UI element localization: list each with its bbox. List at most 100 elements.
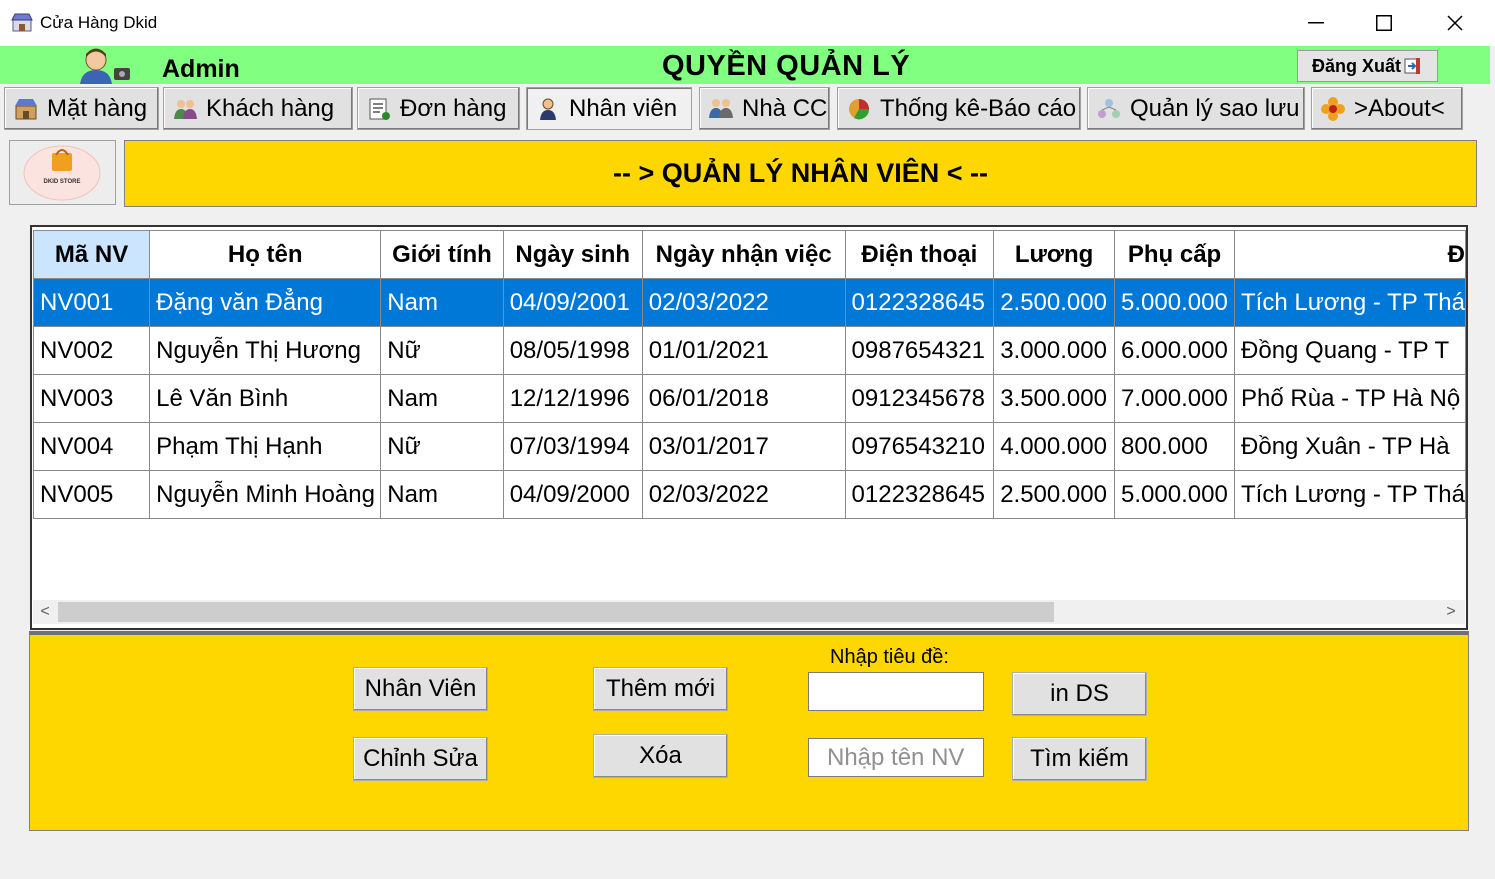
cell[interactable]: Đồng Quang - TP T (1234, 326, 1466, 375)
user-label: Admin (162, 55, 240, 83)
store-app-icon (11, 13, 33, 32)
cell[interactable]: Nữ (380, 422, 504, 471)
cell[interactable]: 7.000.000 (1114, 374, 1236, 423)
cell[interactable]: 5.000.000 (1114, 470, 1236, 519)
logout-button[interactable]: Đăng Xuất (1297, 50, 1438, 82)
flower-icon (1321, 96, 1345, 121)
cell[interactable]: 12/12/1996 (502, 374, 643, 423)
tab-nhan-vien[interactable]: Nhân viên (526, 87, 692, 130)
close-button[interactable] (1420, 0, 1490, 46)
column-header[interactable]: Ngày nhận việc (641, 230, 846, 279)
cell[interactable]: NV003 (32, 374, 151, 423)
tab-nha-cc[interactable]: Nhà CC (699, 87, 830, 130)
table-header-row: Mã NV Họ tên Giới tính Ngày sinh Ngày nh… (32, 230, 1466, 279)
cell[interactable]: Lê Văn Bình (149, 374, 382, 423)
scroll-left-button[interactable]: < (35, 602, 55, 622)
table-row[interactable]: NV003 Lê Văn Bình Nam 12/12/1996 06/01/2… (32, 374, 1466, 423)
cell[interactable]: Nam (380, 470, 504, 519)
table-row[interactable]: NV002 Nguyễn Thị Hương Nữ 08/05/1998 01/… (32, 326, 1466, 375)
delete-button[interactable]: Xóa (593, 734, 728, 778)
cell[interactable]: NV002 (32, 326, 151, 375)
cell[interactable]: Đồng Xuân - TP Hà (1234, 422, 1466, 471)
horizontal-scrollbar[interactable]: < > (33, 600, 1465, 624)
cell[interactable]: 01/01/2021 (641, 326, 846, 375)
cell[interactable]: Nguyễn Minh Hoàng (149, 470, 382, 519)
cell[interactable]: 08/05/1998 (502, 326, 643, 375)
cell[interactable]: 800.000 (1114, 422, 1236, 471)
page-title: -- > QUẢN LÝ NHÂN VIÊN < -- (612, 158, 989, 188)
tab-khach-hang[interactable]: Khách hàng (163, 87, 353, 130)
cell[interactable]: NV004 (32, 422, 151, 471)
tab-label: Thống kê-Báo cáo (880, 94, 1077, 122)
logout-label: Đăng Xuất (1312, 55, 1402, 76)
cell[interactable]: Tích Lương - TP Thá (1234, 278, 1466, 327)
column-header[interactable]: Lương (993, 230, 1116, 279)
cell[interactable]: Nữ (380, 326, 504, 375)
search-button[interactable]: Tìm kiếm (1012, 737, 1147, 781)
cell[interactable]: 06/01/2018 (641, 374, 846, 423)
cell[interactable]: 04/09/2000 (502, 470, 643, 519)
cell[interactable]: Nam (380, 278, 504, 327)
cell[interactable]: Nguyễn Thị Hương (149, 326, 382, 375)
role-header: Admin QUYỀN QUẢN LÝ Đăng Xuất (0, 46, 1490, 84)
cell[interactable]: 6.000.000 (1114, 326, 1236, 375)
logout-icon (1404, 58, 1421, 74)
cell[interactable]: 2.500.000 (993, 278, 1116, 327)
cell[interactable]: 0122328645 (844, 278, 995, 327)
cell[interactable]: NV001 (32, 278, 151, 327)
cell[interactable]: Phạm Thị Hạnh (149, 422, 382, 471)
scrollbar-thumb[interactable] (58, 602, 1054, 622)
cell[interactable]: Nam (380, 374, 504, 423)
cell[interactable]: Đặng văn Đẳng (149, 278, 382, 327)
tab-about[interactable]: >About< (1311, 87, 1463, 130)
minimize-icon (1308, 22, 1324, 24)
cell[interactable]: 02/03/2022 (641, 278, 846, 327)
cell[interactable]: 2.500.000 (993, 470, 1116, 519)
title-input[interactable] (808, 672, 984, 711)
column-header[interactable]: Phụ cấp (1114, 230, 1236, 279)
employee-button[interactable]: Nhân Viên (353, 667, 488, 711)
column-header[interactable]: Họ tên (149, 230, 382, 279)
cell[interactable]: 02/03/2022 (641, 470, 846, 519)
column-header[interactable]: Điện thoại (844, 230, 995, 279)
edit-button[interactable]: Chỉnh Sửa (353, 737, 488, 781)
add-new-button[interactable]: Thêm mới (593, 667, 728, 711)
tab-thong-ke-bao-cao[interactable]: Thống kê-Báo cáo (837, 87, 1081, 130)
column-header[interactable]: Mã NV (32, 230, 151, 279)
cell[interactable]: Tích Lương - TP Thá (1234, 470, 1466, 519)
table-row[interactable]: NV001 Đặng văn Đẳng Nam 04/09/2001 02/03… (32, 278, 1466, 327)
column-header[interactable]: Ngày sinh (502, 230, 643, 279)
cell[interactable]: 04/09/2001 (502, 278, 643, 327)
employee-icon (540, 98, 556, 120)
tab-label: Nhân viên (569, 94, 678, 122)
cell[interactable]: NV005 (32, 470, 151, 519)
column-header[interactable]: Giới tính (380, 230, 504, 279)
cell[interactable]: Phố Rùa - TP Hà Nộ (1234, 374, 1466, 423)
store-logo-icon: DKID STORE (23, 145, 101, 201)
cell[interactable]: 0976543210 (844, 422, 995, 471)
cell[interactable]: 0912345678 (844, 374, 995, 423)
supplier-icon (709, 98, 733, 118)
tab-mat-hang[interactable]: Mặt hàng (4, 87, 159, 130)
employee-grid[interactable]: Mã NV Họ tên Giới tính Ngày sinh Ngày nh… (30, 225, 1468, 630)
maximize-button[interactable] (1349, 0, 1419, 46)
table-row[interactable]: NV004 Phạm Thị Hạnh Nữ 07/03/1994 03/01/… (32, 422, 1466, 471)
cell[interactable]: 03/01/2017 (641, 422, 846, 471)
scroll-right-button[interactable]: > (1441, 602, 1461, 622)
tab-label: Quản lý sao lưu (1130, 94, 1300, 122)
table-row[interactable]: NV005 Nguyễn Minh Hoàng Nam 04/09/2000 0… (32, 470, 1466, 519)
cell[interactable]: 0987654321 (844, 326, 995, 375)
cell[interactable]: 5.000.000 (1114, 278, 1236, 327)
cell[interactable]: 3.500.000 (993, 374, 1116, 423)
cell[interactable]: 07/03/1994 (502, 422, 643, 471)
search-input[interactable]: Nhập tên NV (808, 738, 984, 777)
minimize-button[interactable] (1281, 0, 1351, 46)
column-header[interactable]: Đ (1234, 230, 1466, 279)
print-list-button[interactable]: in DS (1012, 672, 1147, 716)
cell[interactable]: 3.000.000 (993, 326, 1116, 375)
cell[interactable]: 4.000.000 (993, 422, 1116, 471)
tab-don-hang[interactable]: Đơn hàng (357, 87, 520, 130)
cell[interactable]: 0122328645 (844, 470, 995, 519)
customers-icon (174, 99, 197, 119)
tab-quan-ly-sao-luu[interactable]: Quản lý sao lưu (1087, 87, 1305, 130)
